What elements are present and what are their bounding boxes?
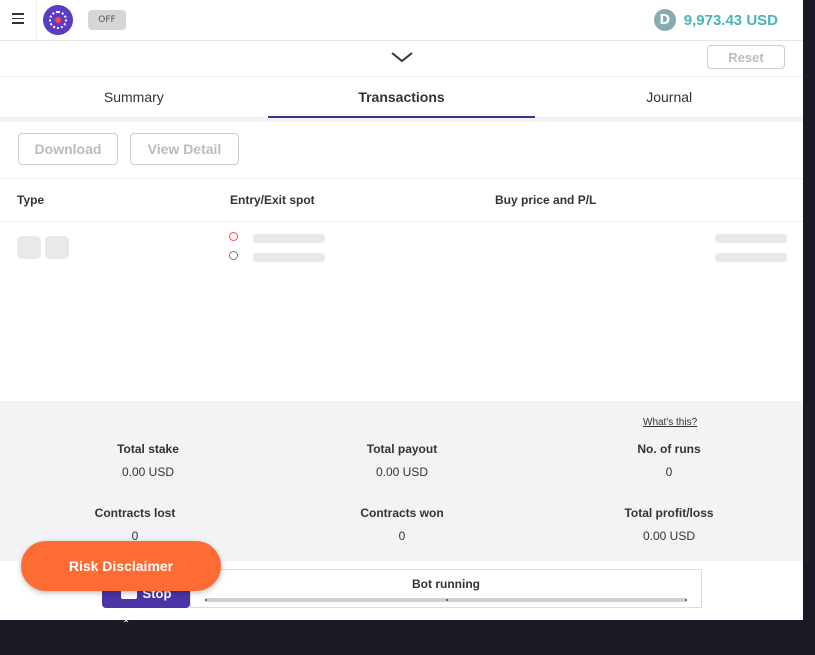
stat-value: 0.00 USD	[121, 465, 175, 479]
stat-total-stake: Total stake 0.00 USD	[58, 442, 238, 479]
exit-spot-icon	[229, 251, 238, 260]
progress-step-dot	[205, 599, 207, 601]
type-skeleton	[45, 236, 69, 259]
view-detail-button[interactable]: View Detail	[130, 133, 239, 165]
tab-journal[interactable]: Journal	[535, 77, 803, 117]
stat-total-payout: Total payout 0.00 USD	[312, 442, 492, 479]
stat-contracts-won: Contracts won 0	[312, 506, 492, 543]
price-skeleton	[715, 234, 787, 243]
whats-this-link[interactable]: What's this?	[643, 417, 697, 428]
type-skeleton	[17, 236, 41, 259]
column-header-buy-price: Buy price and P/L	[495, 193, 597, 207]
entry-skeleton	[253, 234, 325, 243]
progress-step-dot	[685, 599, 687, 601]
exit-skeleton	[253, 253, 325, 262]
bot-status-box: Bot running	[190, 569, 702, 608]
stat-number-of-runs: No. of runs 0	[579, 442, 759, 479]
collapse-row: Reset	[0, 40, 803, 77]
bot-progress-bar	[205, 598, 687, 602]
stat-value: 0	[398, 529, 406, 543]
entry-spot-icon	[229, 232, 238, 241]
account-balance[interactable]: D 9,973.43 USD	[653, 9, 778, 31]
chevron-up-icon[interactable]: ⌃	[122, 619, 130, 630]
table-header: Type Entry/Exit spot Buy price and P/L	[0, 178, 803, 222]
hamburger-menu-icon[interactable]	[12, 13, 24, 24]
balance-value: 9,973.43 USD	[683, 11, 778, 29]
reset-button[interactable]: Reset	[707, 45, 785, 69]
divider	[0, 118, 803, 122]
stat-value: 0	[665, 465, 673, 479]
stat-value: 0.00 USD	[642, 529, 696, 543]
stat-label: Total payout	[366, 442, 438, 456]
column-header-entry-exit: Entry/Exit spot	[230, 193, 315, 207]
tab-bar: Summary Transactions Journal	[0, 77, 803, 118]
stat-label: No. of runs	[637, 442, 701, 456]
stat-total-profit-loss: Total profit/loss 0.00 USD	[579, 506, 759, 543]
divider	[36, 0, 37, 40]
stat-label: Contracts won	[360, 506, 444, 520]
stat-label: Total profit/loss	[624, 506, 714, 520]
download-button[interactable]: Download	[18, 133, 118, 165]
pl-skeleton	[715, 253, 787, 262]
off-toggle[interactable]: OFF	[88, 10, 126, 30]
run-panel: OFF D 9,973.43 USD Reset Summary Transac…	[0, 0, 803, 620]
app-logo-icon[interactable]	[43, 5, 73, 35]
column-header-type: Type	[17, 193, 45, 207]
stat-contracts-lost: Contracts lost 0	[45, 506, 225, 543]
risk-disclaimer-button[interactable]: Risk Disclaimer	[21, 541, 221, 591]
bot-status-text: Bot running	[412, 577, 480, 591]
deriv-d-icon: D	[653, 9, 676, 31]
tab-transactions[interactable]: Transactions	[267, 77, 536, 118]
stats-panel: What's this? Total stake 0.00 USD Total …	[0, 401, 803, 561]
stat-value: 0.00 USD	[375, 465, 429, 479]
stat-label: Total stake	[117, 442, 179, 456]
top-bar: OFF D 9,973.43 USD	[0, 0, 803, 41]
tab-summary[interactable]: Summary	[0, 77, 268, 117]
chevron-down-icon[interactable]	[390, 51, 414, 63]
stat-label: Contracts lost	[94, 506, 176, 520]
progress-step-dot	[446, 599, 448, 601]
